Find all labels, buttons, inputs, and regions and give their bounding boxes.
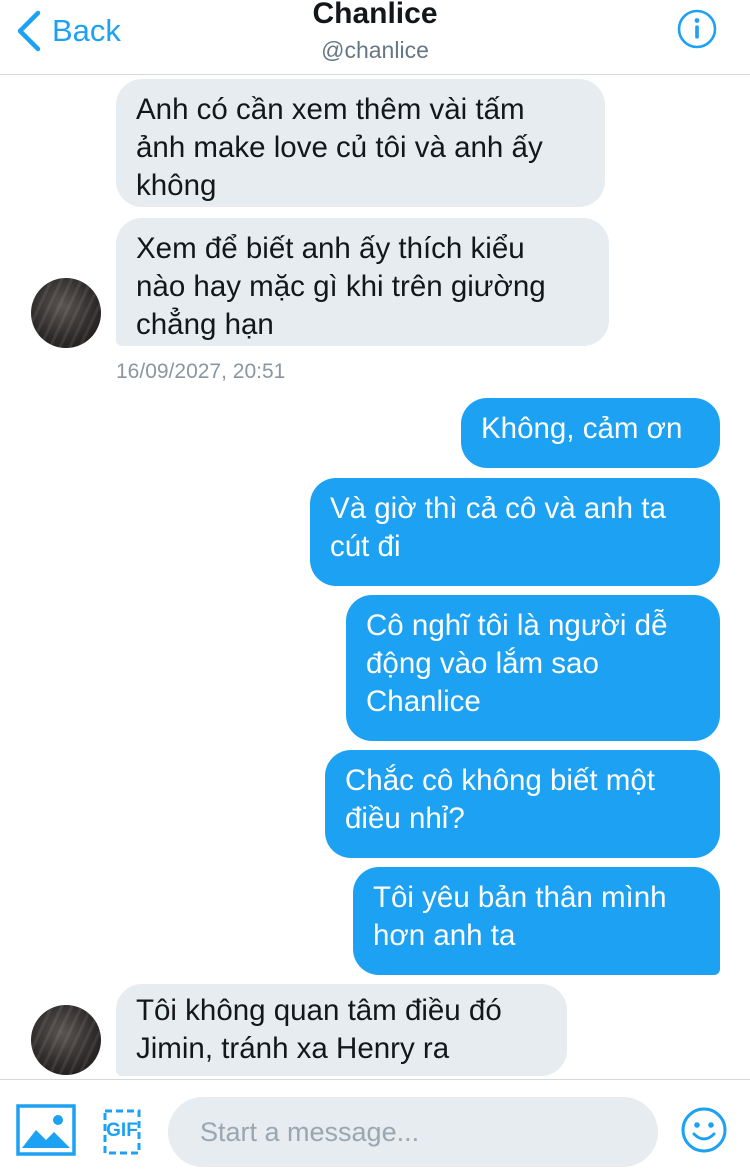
message-incoming[interactable]: Tôi không quan tâm điều đó Jimin, tránh … (116, 984, 567, 1076)
message-outgoing[interactable]: Tôi yêu bản thân mình hơn anh ta (353, 867, 720, 975)
message-timestamp: 16/09/2027, 20:51 (116, 360, 286, 383)
message-composer: GIF (0, 1079, 750, 1171)
info-icon[interactable] (676, 8, 718, 50)
emoji-icon[interactable] (680, 1106, 728, 1154)
conversation-handle: @chanlice (321, 37, 429, 63)
message-outgoing[interactable]: Không, cảm ơn (461, 398, 720, 468)
avatar[interactable] (31, 278, 101, 348)
message-outgoing[interactable]: Cô nghĩ tôi là người dễ động vào lắm sao… (346, 595, 720, 741)
gif-label: GIF (106, 1120, 138, 1141)
message-outgoing[interactable]: Và giờ thì cả cô và anh ta cút đi (310, 478, 720, 586)
gif-button[interactable]: GIF (102, 1108, 142, 1156)
conversation-header: Back Chanlice @chanlice (0, 0, 750, 75)
message-outgoing[interactable]: Chắc cô không biết một điều nhỉ? (325, 750, 720, 858)
message-incoming[interactable]: Anh có cần xem thêm vài tấm ảnh make lov… (116, 79, 605, 207)
image-icon[interactable] (16, 1104, 76, 1156)
conversation-title: Chanlice (312, 0, 438, 30)
message-input[interactable] (168, 1097, 658, 1167)
message-incoming[interactable]: Xem để biết anh ấy thích kiểu nào hay mặ… (116, 218, 609, 346)
avatar[interactable] (31, 1005, 101, 1075)
